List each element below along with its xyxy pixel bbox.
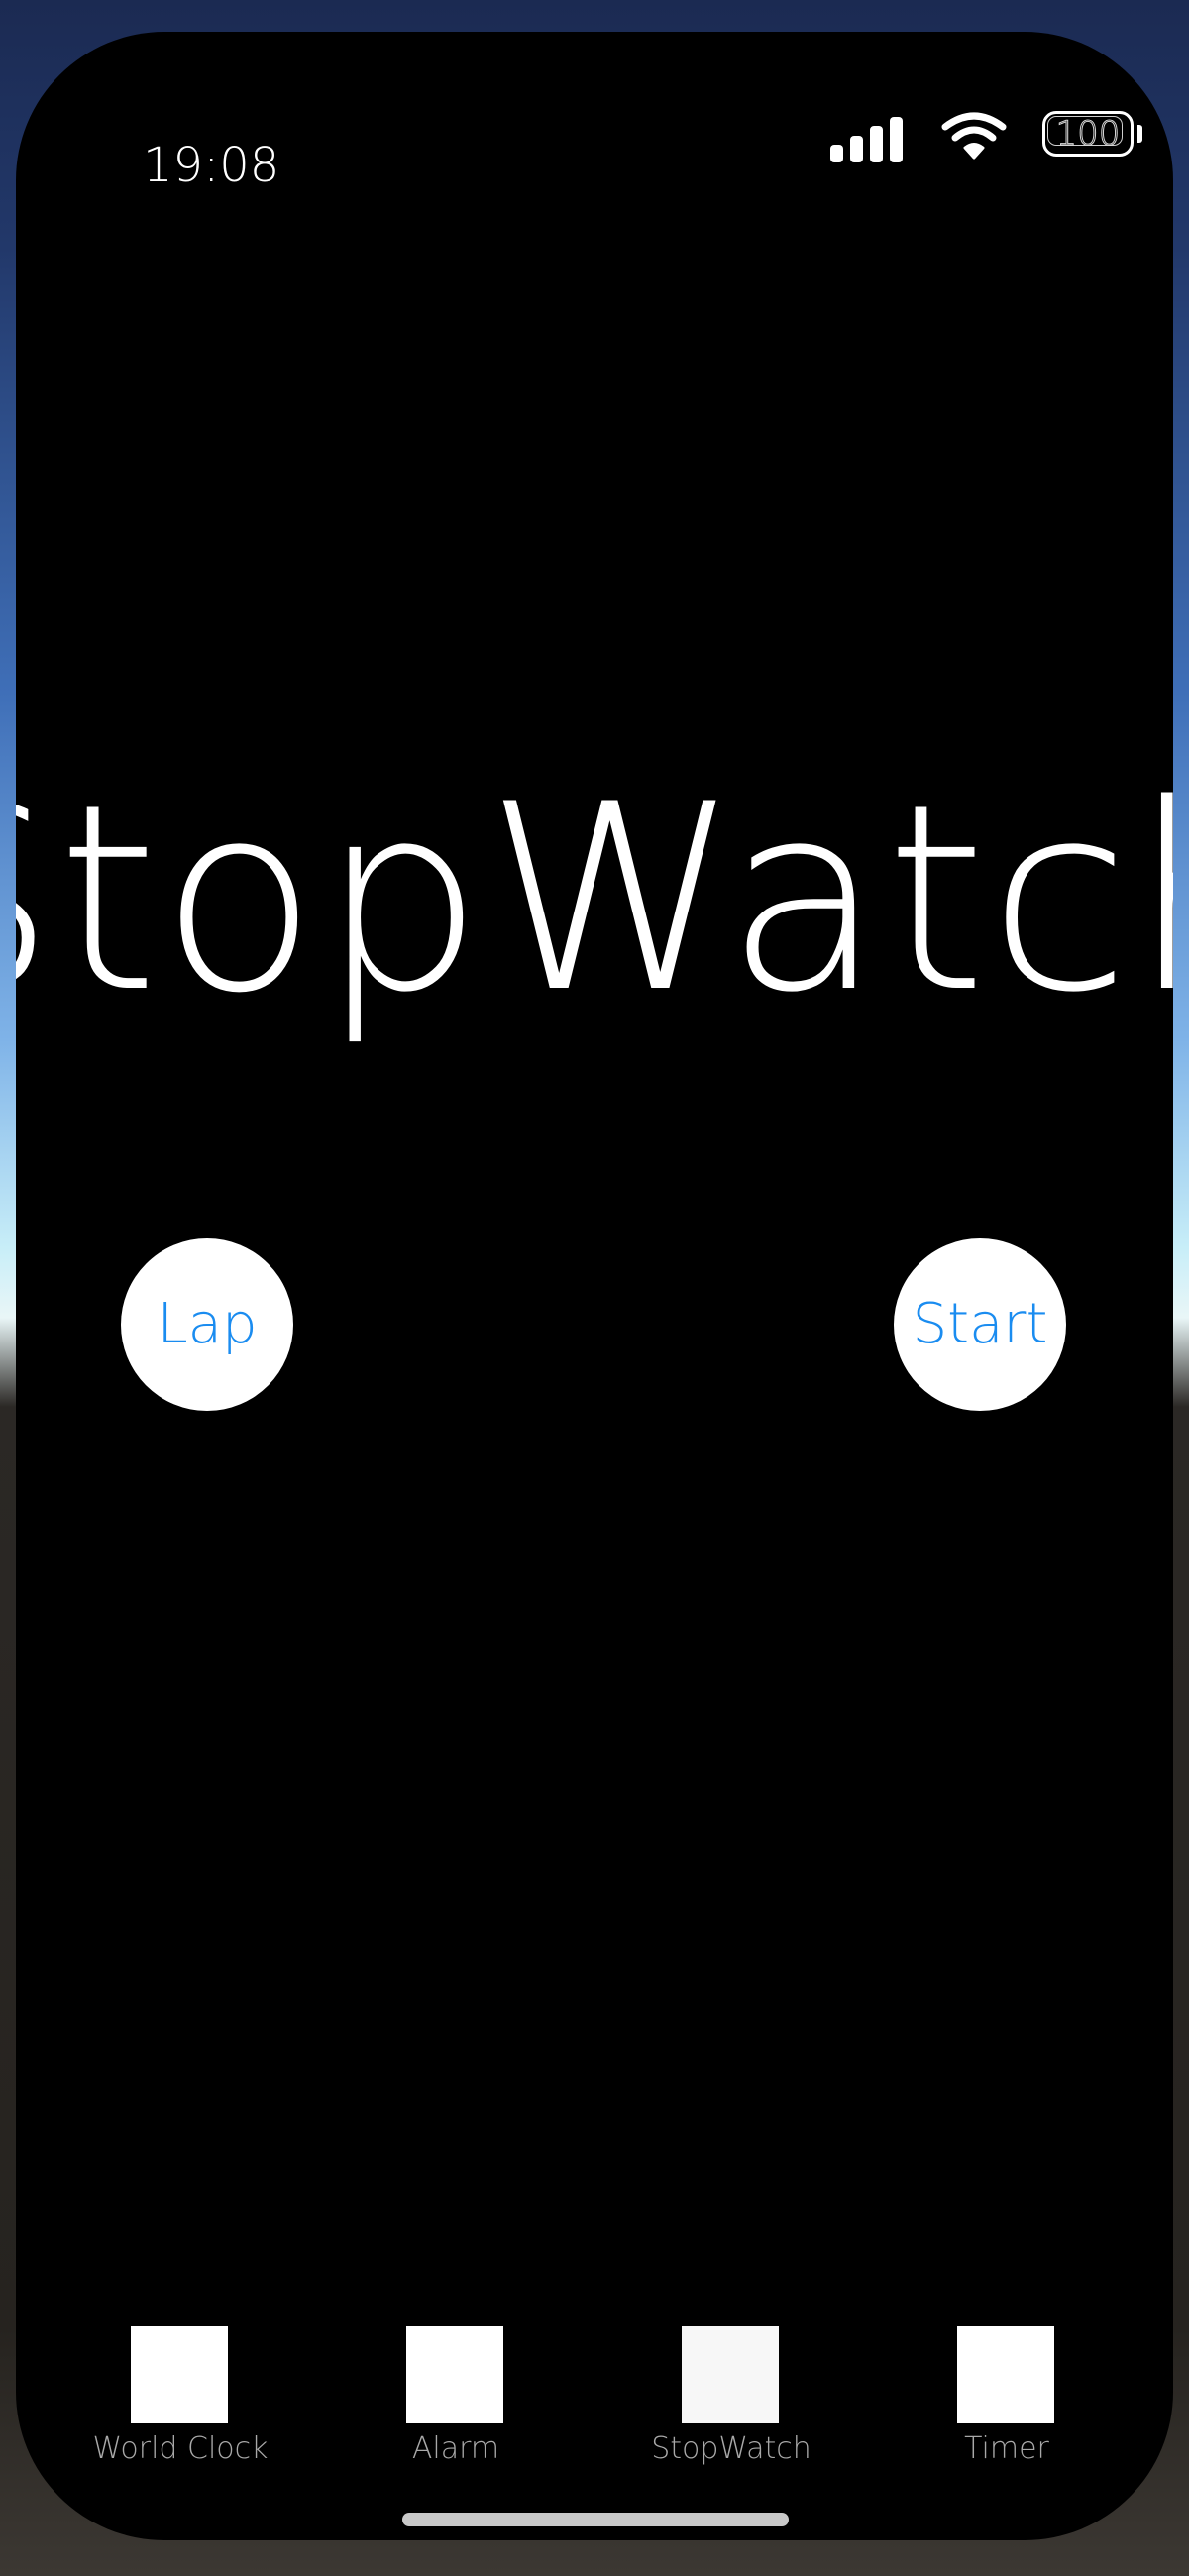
status-time: 19:08 [143, 138, 280, 193]
tab-label: World Clock [92, 2431, 269, 2466]
stopwatch-icon [682, 2326, 779, 2423]
home-indicator[interactable] [402, 2513, 789, 2526]
lap-button[interactable]: Lap [121, 1238, 293, 1411]
timer-icon [957, 2326, 1054, 2423]
world-clock-icon [131, 2326, 228, 2423]
tab-stopwatch[interactable]: StopWatch [632, 2326, 830, 2505]
wifi-icon [941, 112, 1007, 160]
tab-label: Alarm [411, 2431, 500, 2466]
cellular-signal-icon [830, 115, 906, 162]
tab-label: StopWatch [651, 2431, 811, 2466]
tab-world-clock[interactable]: World Clock [81, 2326, 279, 2505]
tab-timer[interactable]: Timer [908, 2326, 1106, 2505]
battery-level: 100 [1055, 114, 1121, 155]
stopwatch-title: StopWatch [16, 741, 1173, 1058]
alarm-icon [406, 2326, 503, 2423]
start-button[interactable]: Start [894, 1238, 1066, 1411]
battery-icon: 100 [1042, 111, 1142, 162]
tab-alarm[interactable]: Alarm [357, 2326, 555, 2505]
stopwatch-title-text: StopWatch [16, 750, 1173, 1049]
tab-label: Timer [964, 2431, 1049, 2466]
phone-screen: 19:08 100 StopWatch Lap Start World Cloc… [16, 32, 1173, 2540]
tab-bar: World Clock Alarm StopWatch Timer [16, 2326, 1173, 2505]
